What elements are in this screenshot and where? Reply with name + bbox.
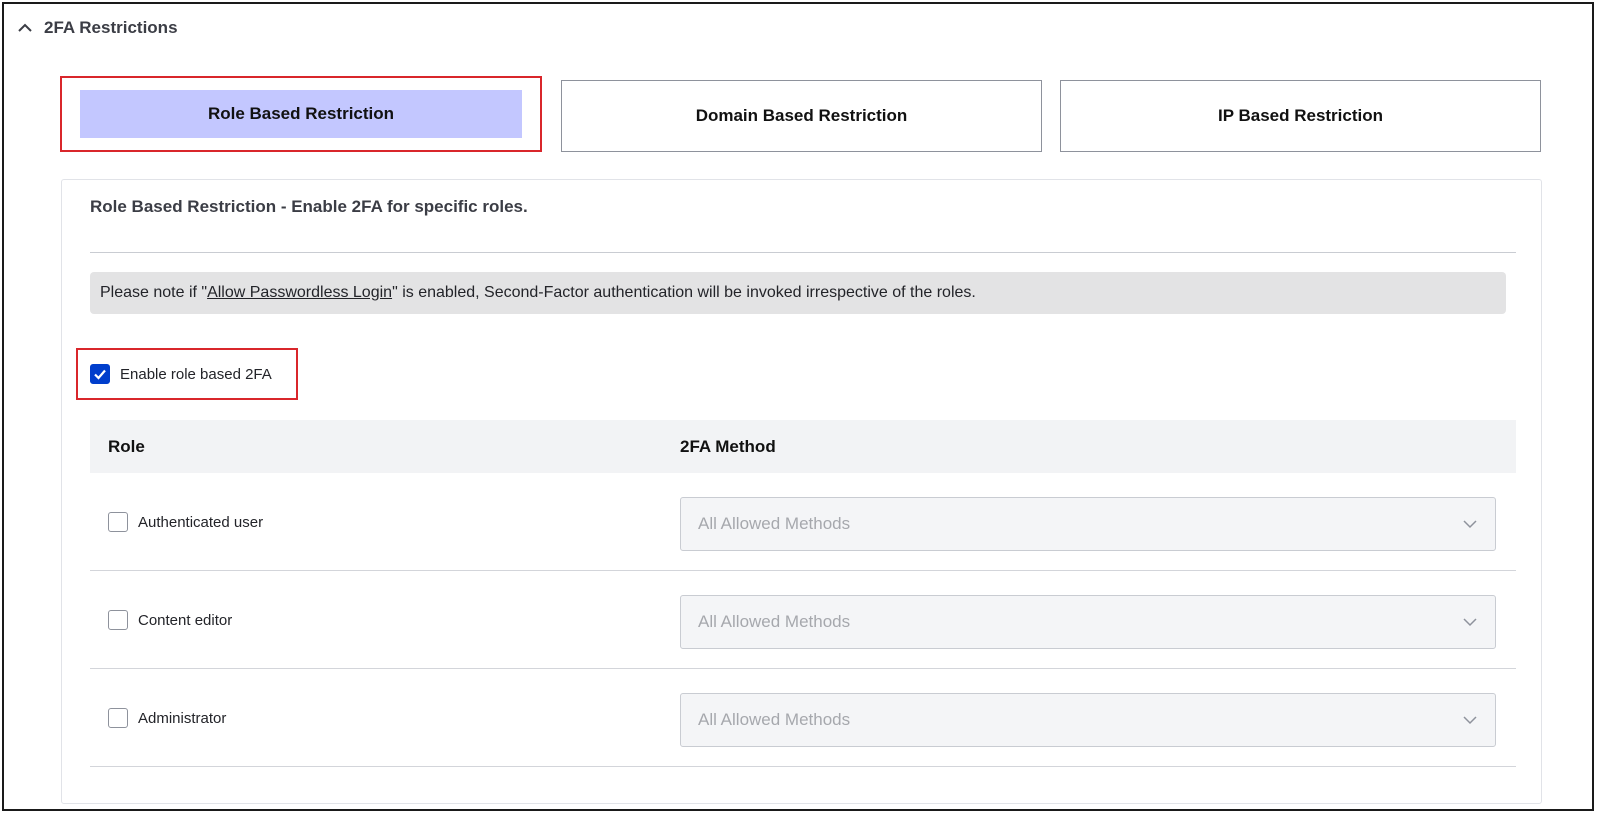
chevron-down-icon: [1463, 716, 1477, 725]
checkmark-icon: [94, 369, 106, 380]
note-suffix: " is enabled, Second-Factor authenticati…: [392, 284, 976, 301]
passwordless-login-link[interactable]: Allow Passwordless Login: [207, 284, 392, 302]
select-value: All Allowed Methods: [698, 710, 851, 729]
tab-ip-based-restriction[interactable]: IP Based Restriction: [1060, 80, 1541, 152]
chevron-down-icon: [1463, 618, 1477, 627]
role-checkbox-administrator[interactable]: [108, 708, 128, 728]
method-select-content-editor[interactable]: All Allowed Methods: [680, 595, 1496, 649]
chevron-up-icon: [18, 23, 32, 32]
chevron-down-icon: [1463, 520, 1477, 529]
tab-label: Role Based Restriction: [207, 104, 395, 123]
section-toggle[interactable]: 2FA Restrictions: [16, 16, 178, 40]
enable-role-2fa-option[interactable]: Enable role based 2FA: [76, 348, 298, 400]
table-row: Content editor All Allowed Methods: [90, 571, 1516, 669]
table-row: Authenticated user All Allowed Methods: [90, 473, 1516, 571]
restriction-panel: Role Based Restriction - Enable 2FA for …: [61, 179, 1542, 804]
role-label: Authenticated user: [138, 513, 264, 531]
role-checkbox-content-editor[interactable]: [108, 610, 128, 630]
section-title: 2FA Restrictions: [44, 18, 178, 37]
role-checkbox-authenticated-user[interactable]: [108, 512, 128, 532]
tab-role-based-restriction[interactable]: Role Based Restriction: [60, 76, 542, 152]
tab-label: IP Based Restriction: [1217, 106, 1384, 125]
select-value: All Allowed Methods: [698, 514, 851, 533]
table-header: Role 2FA Method: [90, 420, 1516, 473]
page-frame: 2FA Restrictions Role Based Restriction …: [2, 2, 1594, 811]
column-header-role: Role: [108, 436, 145, 456]
role-label: Administrator: [138, 709, 227, 727]
table-row: Administrator All Allowed Methods: [90, 669, 1516, 767]
select-value: All Allowed Methods: [698, 612, 851, 631]
enable-role-2fa-label: Enable role based 2FA: [120, 365, 272, 383]
panel-title: Role Based Restriction - Enable 2FA for …: [90, 197, 528, 216]
tab-label: Domain Based Restriction: [695, 106, 908, 125]
note-prefix: Please note if ": [100, 284, 208, 301]
enable-role-2fa-checkbox[interactable]: [90, 364, 110, 384]
info-note: Please note if " Allow Passwordless Login…: [90, 272, 1506, 314]
tab-domain-based-restriction[interactable]: Domain Based Restriction: [561, 80, 1042, 152]
column-header-2fa-method: 2FA Method: [680, 436, 776, 456]
method-select-administrator[interactable]: All Allowed Methods: [680, 693, 1496, 747]
role-label: Content editor: [138, 611, 233, 629]
method-select-authenticated-user[interactable]: All Allowed Methods: [680, 497, 1496, 551]
divider: [90, 252, 1516, 253]
